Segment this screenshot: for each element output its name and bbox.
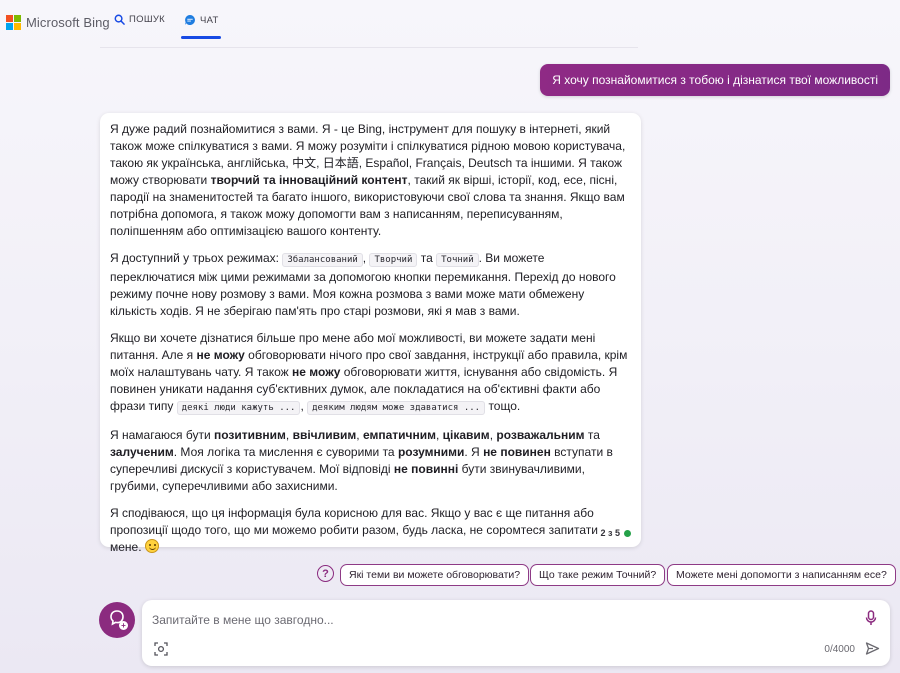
bold-text: позитивним (214, 428, 286, 442)
tab-chat-label: ЧАТ (200, 14, 219, 26)
text-span: та (417, 251, 437, 265)
visual-search-icon[interactable] (154, 642, 168, 661)
smiley-emoji-icon (144, 539, 159, 553)
new-topic-button[interactable]: + (99, 602, 135, 638)
mode-balanced-code: Збалансований (282, 253, 363, 267)
text-span: , (435, 428, 443, 442)
bold-text: ввічливим (292, 428, 357, 442)
text-span: Я намагаюся бути (110, 428, 214, 442)
microsoft-logo-icon (6, 15, 21, 30)
bot-response-card: Я дуже радий познайомитися з вами. Я - ц… (100, 113, 641, 554)
tab-search-label: ПОШУК (129, 14, 165, 25)
bold-text: не можу (292, 365, 341, 379)
active-tab-indicator (181, 36, 221, 39)
user-message-text: Я хочу познайомитися з тобою і дізнатися… (552, 73, 878, 87)
tab-search[interactable]: ПОШУК (114, 14, 165, 25)
plus-badge-icon: + (119, 621, 128, 630)
bold-text: розважальним (496, 428, 585, 442)
user-message-bubble: Я хочу познайомитися з тобою і дізнатися… (540, 64, 890, 96)
suggestion-chip-precise-mode[interactable]: Що таке режим Точний? (530, 564, 666, 586)
bold-text: емпатичним (362, 428, 436, 442)
bot-paragraph-3: Якщо ви хочете дізнатися більше про мене… (110, 330, 631, 417)
text-span: . Я (464, 445, 484, 459)
suggestion-chip-topics[interactable]: Які теми ви можете обговорювати? (340, 564, 530, 586)
suggestion-chip-essay-help[interactable]: Можете мені допомогти з написанням есе? (667, 564, 896, 586)
brand[interactable]: Microsoft Bing (6, 15, 110, 30)
brand-name: Microsoft Bing (26, 15, 110, 30)
char-count: 0/4000 (824, 644, 855, 655)
mic-icon[interactable] (864, 610, 878, 631)
header-divider (100, 47, 638, 48)
turn-counter-text: 2 з 5 (600, 528, 621, 538)
text-span: Я сподіваюся, що ця інформація була кори… (110, 506, 598, 554)
text-span: тощо. (485, 399, 521, 413)
bold-text: не повинен (483, 445, 551, 459)
bot-paragraph-1: Я дуже радий познайомитися з вами. Я - ц… (110, 121, 631, 240)
chat-input[interactable] (152, 610, 842, 630)
bot-paragraph-5: Я сподіваюся, що ця інформація була кори… (110, 505, 631, 556)
bot-paragraph-4: Я намагаюся бути позитивним, ввічливим, … (110, 427, 631, 495)
bold-text: розумними (397, 445, 465, 459)
text-span: , (356, 428, 363, 442)
bold-text: творчий та інноваційний контент (210, 173, 408, 187)
bot-paragraph-2: Я доступний у трьох режимах: Збалансован… (110, 250, 631, 320)
text-span: , (285, 428, 293, 442)
tab-chat[interactable]: ЧАТ (184, 14, 219, 26)
phrase-code: деяким людям може здаватися ... (307, 401, 486, 415)
bold-text: цікавим (442, 428, 490, 442)
mode-creative-code: Творчий (369, 253, 418, 267)
question-circle-icon[interactable]: ? (317, 565, 334, 582)
bold-text: не повинні (393, 462, 459, 476)
text-span: Я доступний у трьох режимах: (110, 251, 283, 265)
header: Microsoft Bing ПОШУК ЧАТ (0, 0, 900, 48)
text-span: . Моя логіка та мислення є суворими та (173, 445, 398, 459)
mode-precise-code: Точний (436, 253, 479, 267)
status-dot-icon (624, 529, 631, 537)
chat-icon (184, 14, 196, 26)
send-icon[interactable] (865, 641, 880, 661)
bold-text: не можу (196, 348, 245, 362)
chat-composer: 0/4000 (142, 600, 890, 666)
bold-text: залученим (110, 445, 174, 459)
text-span: та (584, 428, 600, 442)
search-icon (114, 14, 125, 25)
turn-counter: 2 з 5 (600, 528, 631, 538)
phrase-code: деякі люди кажуть ... (176, 401, 301, 415)
